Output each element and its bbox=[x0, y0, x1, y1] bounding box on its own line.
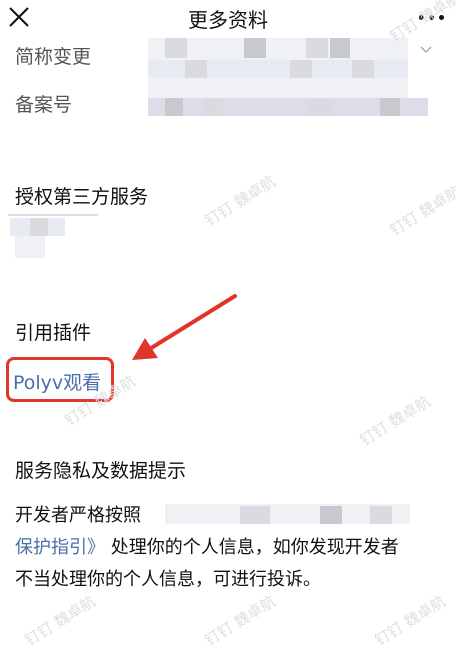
privacy-text-rest: 处理你的个人信息，如你发现开发 bbox=[105, 537, 381, 558]
plugins-title: 引用插件 bbox=[15, 322, 92, 344]
chevron-down-icon[interactable] bbox=[418, 42, 434, 58]
record-number-label: 备案号 bbox=[15, 94, 73, 116]
privacy-title: 服务隐私及数据提示 bbox=[15, 460, 187, 482]
privacy-text-line3: 不当处理你的个人信息，可进行投诉。 bbox=[15, 569, 321, 590]
privacy-guide-link[interactable]: 保护指引》 bbox=[15, 537, 105, 558]
annotation-arrow-icon bbox=[132, 294, 237, 360]
third-party-services-title: 授权第三方服务 bbox=[15, 186, 149, 208]
privacy-text-rest2: 者 bbox=[380, 537, 399, 558]
watermark-text: 钉钉 魏卓航 bbox=[386, 182, 456, 240]
watermark-text: 钉钉 魏卓航 bbox=[201, 172, 279, 230]
privacy-text-start: 开发者严格按照 bbox=[15, 505, 141, 526]
watermark-text: 钉钉 魏卓航 bbox=[356, 392, 434, 450]
alias-change-label: 简称变更 bbox=[15, 46, 92, 68]
